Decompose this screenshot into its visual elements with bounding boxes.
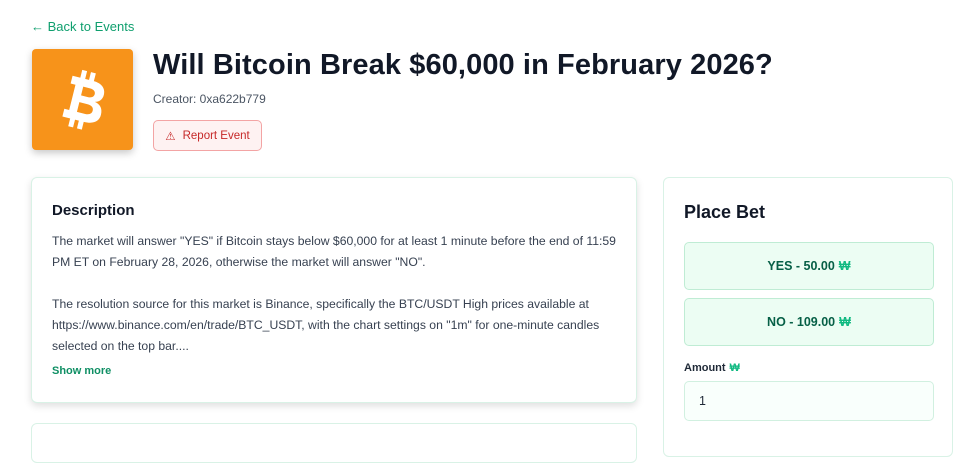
amount-label: Amount ₩ — [684, 362, 932, 374]
event-creator: Creator: 0xa622b779 — [153, 92, 266, 106]
currency-icon: ₩ — [729, 362, 740, 374]
bet-yes-label: YES - 50.00 — [767, 259, 835, 273]
amount-input[interactable] — [684, 381, 934, 421]
description-card: Description The market will answer "YES"… — [31, 177, 637, 403]
bet-no-button[interactable]: NO - 109.00 ₩ — [684, 298, 934, 346]
bet-no-label: NO - 109.00 — [767, 315, 836, 329]
report-event-label: Report Event — [182, 129, 250, 142]
place-bet-heading: Place Bet — [684, 202, 766, 222]
place-bet-card: Place Bet YES - 50.00 ₩ NO - 109.00 ₩ Am… — [663, 177, 953, 457]
event-title: Will Bitcoin Break $60,000 in February 2… — [153, 49, 773, 81]
bitcoin-icon — [61, 69, 104, 130]
description-heading: Description — [52, 202, 135, 219]
bet-yes-button[interactable]: YES - 50.00 ₩ — [684, 242, 934, 290]
currency-icon: ₩ — [838, 259, 851, 273]
event-logo — [32, 49, 133, 150]
secondary-card — [31, 423, 637, 463]
warning-icon: ⚠ — [165, 130, 176, 143]
amount-label-text: Amount — [684, 362, 726, 374]
description-paragraph: The resolution source for this market is… — [52, 297, 600, 353]
description-paragraph: The market will answer "YES" if Bitcoin … — [52, 234, 616, 269]
show-more-link[interactable]: Show more — [52, 365, 111, 377]
report-event-button[interactable]: ⚠ Report Event — [153, 120, 262, 151]
currency-icon: ₩ — [839, 315, 851, 329]
back-to-events-link[interactable]: ← Back to Events — [31, 19, 134, 34]
